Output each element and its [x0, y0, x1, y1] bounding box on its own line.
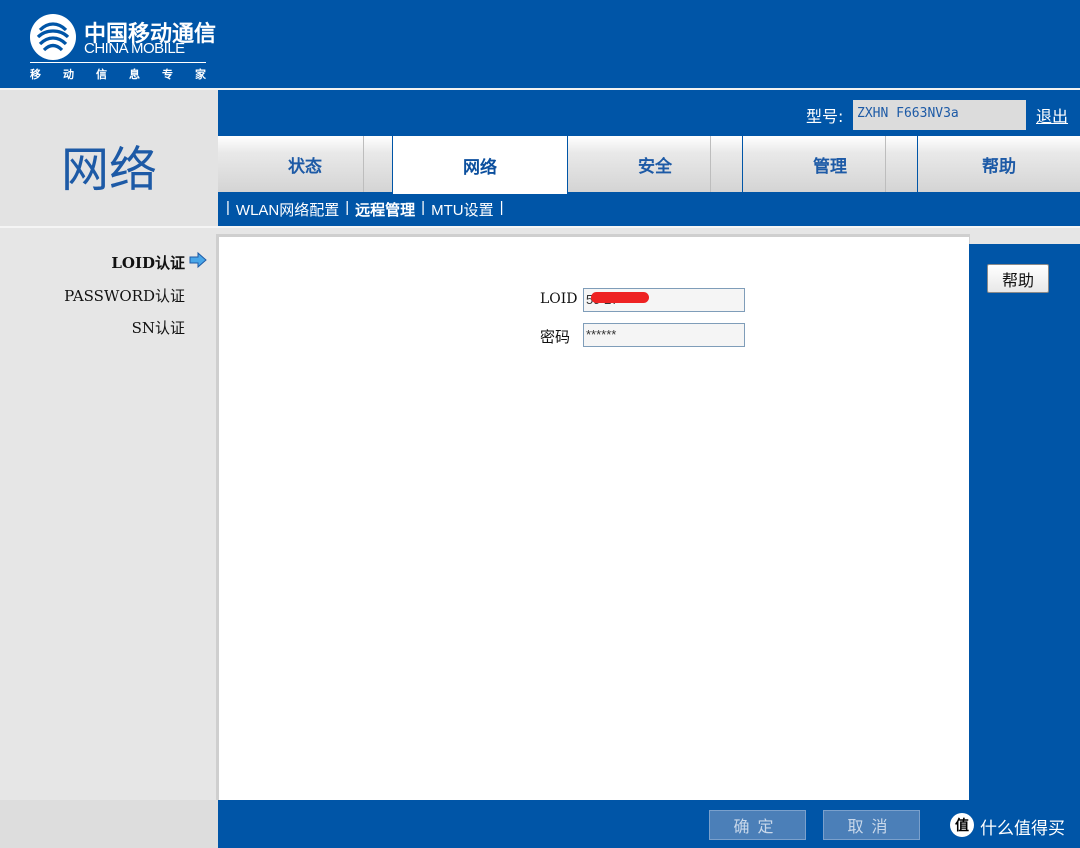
- redaction-mark: [591, 292, 649, 303]
- menu-item-password-auth[interactable]: PASSWORD认证: [60, 285, 185, 306]
- watermark-icon: 值: [950, 813, 974, 837]
- password-input[interactable]: ******: [583, 323, 745, 347]
- cancel-button[interactable]: 取消: [823, 810, 920, 840]
- tab-network[interactable]: 网络: [393, 136, 567, 194]
- tab-management[interactable]: 管理: [743, 136, 917, 192]
- brand-name-en: CHINA MOBILE: [84, 40, 185, 57]
- footer-left: [0, 800, 218, 848]
- slogan-char: 移: [30, 68, 41, 81]
- tab-security[interactable]: 安全: [568, 136, 742, 192]
- slogan-char: 息: [129, 68, 140, 81]
- left-menu: [0, 228, 216, 800]
- menu-item-loid-auth[interactable]: LOID认证: [90, 252, 185, 273]
- slogan-char: 动: [63, 68, 74, 81]
- subnav-separator: |: [421, 199, 426, 216]
- tab-divider: [363, 136, 364, 192]
- china-mobile-logo-icon: [30, 14, 76, 60]
- subnav-separator: |: [345, 199, 350, 216]
- subnav-separator: |: [226, 199, 230, 216]
- tab-status[interactable]: 状态: [218, 136, 392, 192]
- logout-link[interactable]: 退出: [1036, 103, 1068, 127]
- help-button[interactable]: 帮助: [987, 264, 1049, 293]
- watermark-text: 什么值得买: [980, 819, 1065, 839]
- tab-help[interactable]: 帮助: [918, 136, 1080, 192]
- confirm-button[interactable]: 确定: [709, 810, 806, 840]
- model-value: ZXHN F663NV3a: [857, 106, 959, 121]
- arrow-right-icon: [188, 250, 208, 274]
- model-label: 型号:: [806, 107, 844, 126]
- tab-divider: [885, 136, 886, 192]
- loid-label: LOID: [540, 291, 578, 307]
- section-title: 网络: [60, 142, 157, 198]
- password-label: 密码: [540, 328, 571, 346]
- subnav-wlan-config[interactable]: WLAN网络配置: [236, 199, 339, 220]
- subnav-remote-management[interactable]: 远程管理: [355, 199, 415, 220]
- menu-item-sn-auth[interactable]: SN认证: [100, 317, 185, 338]
- help-panel: [969, 244, 1080, 804]
- tab-divider: [710, 136, 711, 192]
- slogan-char: 专: [162, 68, 173, 81]
- slogan-char: 家: [195, 68, 206, 81]
- content-area: [219, 237, 969, 801]
- brand-slogan: 移 动 信 息 专 家: [30, 66, 206, 82]
- slogan-char: 信: [96, 68, 107, 81]
- brand-divider: [30, 62, 206, 63]
- subnav-mtu-settings[interactable]: MTU设置: [431, 199, 494, 220]
- subnav-separator: |: [499, 199, 504, 216]
- sub-navigation: | WLAN网络配置 | 远程管理 | MTU设置 |: [226, 199, 503, 220]
